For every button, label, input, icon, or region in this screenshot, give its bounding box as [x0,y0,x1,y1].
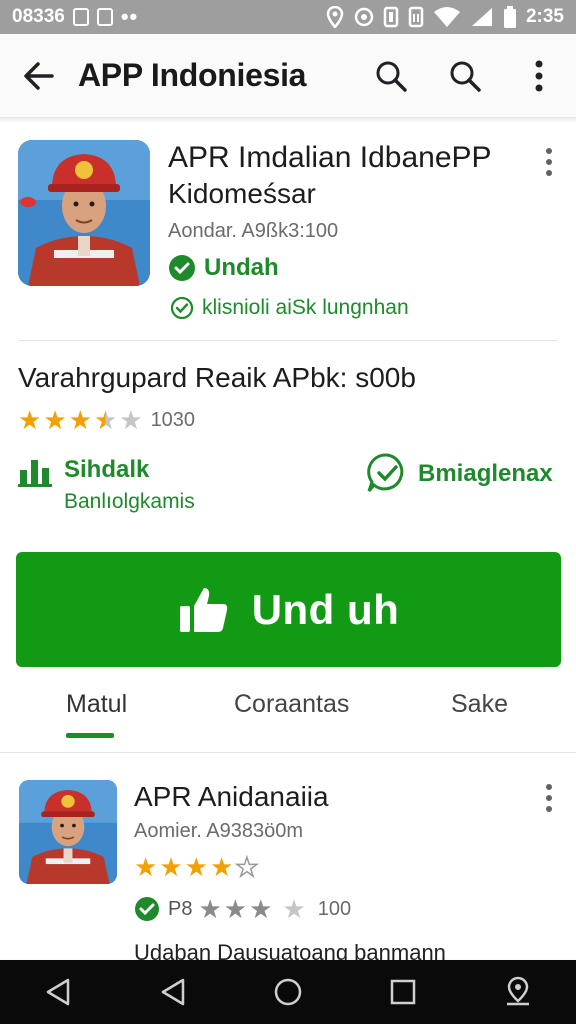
star-icon: ★ [134,852,158,882]
star-empty-icon: ★ [119,405,143,435]
feature-left[interactable]: Sihdalk Banlıolgkamis [18,456,195,514]
tab-sake[interactable]: Sake [451,690,508,719]
nav-assistant-button[interactable] [493,967,543,1017]
star-icon: ★ [18,405,42,435]
related-app-menu-button[interactable] [536,778,562,818]
install-button-label: Und uh [251,585,400,633]
verified-row: klisnioli aiSk lungnhan [170,296,409,320]
star-icon: ★ [249,894,273,924]
search-button[interactable] [354,34,428,118]
nav-home-button[interactable] [263,967,313,1017]
nav-back-button[interactable] [33,967,83,1017]
star-half-icon: ★ [93,405,118,435]
notification-icon [72,8,89,26]
tab-coraantas[interactable]: Coraantas [234,690,349,719]
firefighter-avatar-icon [18,140,150,286]
feature-left-subtitle: Banlıolgkamis [64,490,195,513]
status-left-text: 08336 [12,6,65,27]
system-nav-bar [0,960,576,1024]
star-half-icon: ★ [234,852,259,882]
star-icon: ★ [198,894,222,924]
battery-icon [503,6,516,28]
star-icon: ★ [184,852,208,882]
firefighter-avatar-icon [19,780,117,884]
search-icon [450,61,481,92]
star-icon: ★ [209,852,234,882]
signal-icon [471,8,492,26]
verified-label: klisnioli aiSk lungnhan [202,296,409,319]
related-app-secondary-row: P8 ★ ★ ★ ★ 100 [134,896,351,922]
arrow-left-icon [24,61,54,90]
app-title[interactable]: APR Imdalian IdbanePP [168,142,492,174]
circle-home-icon [274,978,302,1006]
rating-count: 1030 [150,408,196,431]
whatsapp-icon [135,897,159,921]
active-tab-indicator [66,733,114,738]
location-icon [326,6,344,28]
install-button[interactable]: Und uh [16,552,561,667]
nav-back-button-secondary[interactable] [148,967,198,1017]
star-icon: ★ [68,405,92,435]
divider [18,340,558,341]
data-saver-icon [354,7,374,27]
vibrate-icon [383,6,399,28]
rating-row: ★ ★ ★ ★ ★ 1030 [18,407,195,433]
feature-right[interactable]: Bmiaglenax [366,452,553,494]
search-icon [376,61,407,92]
related-app-meta: Aomier. A9383ö0m [134,820,303,842]
location-pin-icon [507,976,530,1006]
install-state-label: Undah [204,254,279,281]
triangle-back-icon [161,978,185,1006]
verified-chat-icon [367,453,404,492]
star-icon: ★ [223,894,248,924]
related-app-badge: P8 [168,897,193,920]
nav-recents-button[interactable] [378,967,428,1017]
more-vert-icon [535,60,543,91]
square-recents-icon [390,979,416,1005]
triangle-back-icon [46,978,69,1006]
wifi-icon [433,7,460,27]
app-bar: APP Indoniesia [0,34,576,118]
app-card-menu-button[interactable] [536,142,562,182]
status-bar: 08336 •• 2:35 [0,0,576,34]
app-developer-meta: Aondar. A9ßk3:100 [168,220,339,242]
bar-chart-icon [18,460,52,487]
search-button-secondary[interactable] [428,34,502,118]
whatsapp-icon [169,255,195,281]
related-app-title[interactable]: APR Anidanaiia [134,781,329,813]
feature-left-title: Sihdalk [64,456,150,483]
app-headline: Varahrgupard Reaik APbk: s00b [18,362,416,393]
star-empty-icon: ★ [282,894,306,924]
app-store-screen: 08336 •• 2:35 APP Indoniesia APR Imdalia… [0,0,576,1024]
more-notifications-icon: •• [120,4,139,29]
image-icon [96,8,113,26]
related-app-rating: ★ ★ ★ ★ ★ [134,852,259,882]
related-app-thumbnail[interactable] [19,780,117,884]
sim-icon [408,6,424,28]
tab-matul[interactable]: Matul [66,690,127,719]
star-icon: ★ [43,405,67,435]
status-time: 2:35 [525,6,564,27]
verified-check-icon [170,296,194,320]
star-icon: ★ [159,852,183,882]
related-app-count: 100 [317,897,352,920]
page-title: APP Indoniesia [78,57,307,93]
app-thumbnail[interactable] [18,140,150,286]
feature-right-title: Bmiaglenax [418,460,553,487]
tab-bar: Matul Coraantas Sake [0,676,576,752]
app-subtitle: Kidomeśsar [168,178,316,209]
overflow-menu-button[interactable] [502,34,576,118]
divider [0,752,576,753]
install-state-row: Undah [168,254,279,282]
thumbs-up-icon [179,587,227,632]
back-button[interactable] [0,34,78,118]
